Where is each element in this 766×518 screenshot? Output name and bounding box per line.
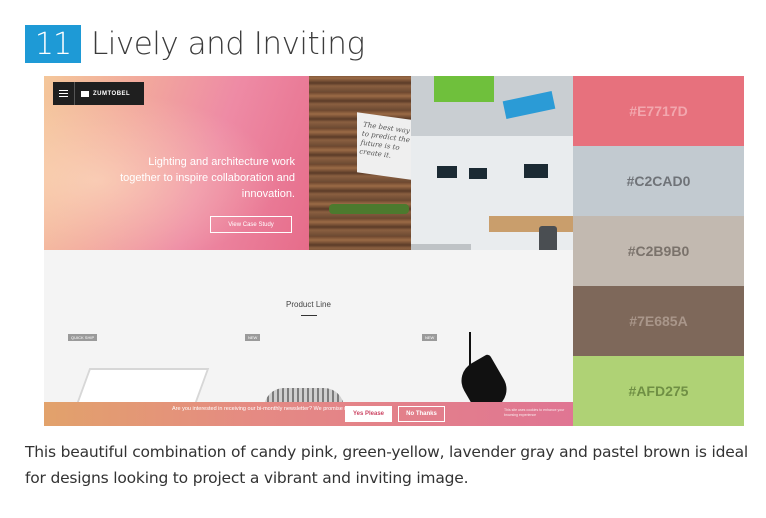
hero-banner: ZUMTOBEL Lighting and architecture work … (44, 76, 309, 250)
caption-text: This beautiful combination of candy pink… (25, 443, 749, 487)
photo-screen (437, 166, 457, 178)
swatch-label: #7E685A (629, 313, 688, 329)
title-underline (301, 315, 317, 316)
swatch-label: #E7717D (629, 103, 688, 119)
brand-bar: ZUMTOBEL (53, 82, 144, 105)
brand-name[interactable]: ZUMTOBEL (93, 91, 130, 97)
product-tag: QUICK SHIP (68, 334, 98, 341)
swatch-label: #C2CAD0 (626, 173, 691, 189)
photo-desk (489, 216, 573, 232)
swatch-label: #C2B9B0 (627, 243, 690, 259)
section-heading: 11 Lively and Inviting (25, 24, 365, 64)
yes-please-button[interactable]: Yes Please (345, 406, 392, 422)
no-thanks-button[interactable]: No Thanks (398, 406, 445, 422)
color-swatch: #7E685A (573, 286, 744, 356)
hero-text: Lighting and architecture work together … (120, 156, 295, 200)
cookie-notice: This site uses cookies to enhance your b… (504, 408, 565, 417)
product-tag: NEW (245, 334, 261, 341)
photo-plants (329, 204, 409, 214)
brand-logo-icon (81, 90, 89, 97)
color-swatch: #C2B9B0 (573, 216, 744, 286)
color-palette: #E7717D #C2CAD0 #C2B9B0 #7E685A #AFD275 (573, 76, 744, 426)
photo-screen (469, 168, 487, 179)
product-section: Product Line QUICK SHIP NEW NEW (44, 250, 573, 426)
section-title: Lively and Inviting (91, 26, 365, 62)
newsletter-bar: Are you interested in receiving our bi-m… (44, 402, 573, 426)
swatch-label: #AFD275 (628, 383, 689, 399)
website-screenshot: ZUMTOBEL Lighting and architecture work … (44, 76, 573, 426)
hamburger-menu-icon[interactable] (53, 82, 75, 105)
photo-green-panel (434, 76, 494, 102)
product-tag: NEW (422, 334, 438, 341)
view-case-study-button[interactable]: View Case Study (210, 216, 292, 233)
photo-sign-text: The best way to predict the future is to… (358, 120, 411, 160)
color-swatch: #C2CAD0 (573, 146, 744, 216)
photo-screen (524, 164, 548, 178)
office-photo: The best way to predict the future is to… (309, 76, 573, 272)
product-line-title: Product Line (286, 300, 331, 309)
section-number-badge: 11 (25, 25, 81, 63)
color-swatch: #E7717D (573, 76, 744, 146)
color-swatch: #AFD275 (573, 356, 744, 426)
